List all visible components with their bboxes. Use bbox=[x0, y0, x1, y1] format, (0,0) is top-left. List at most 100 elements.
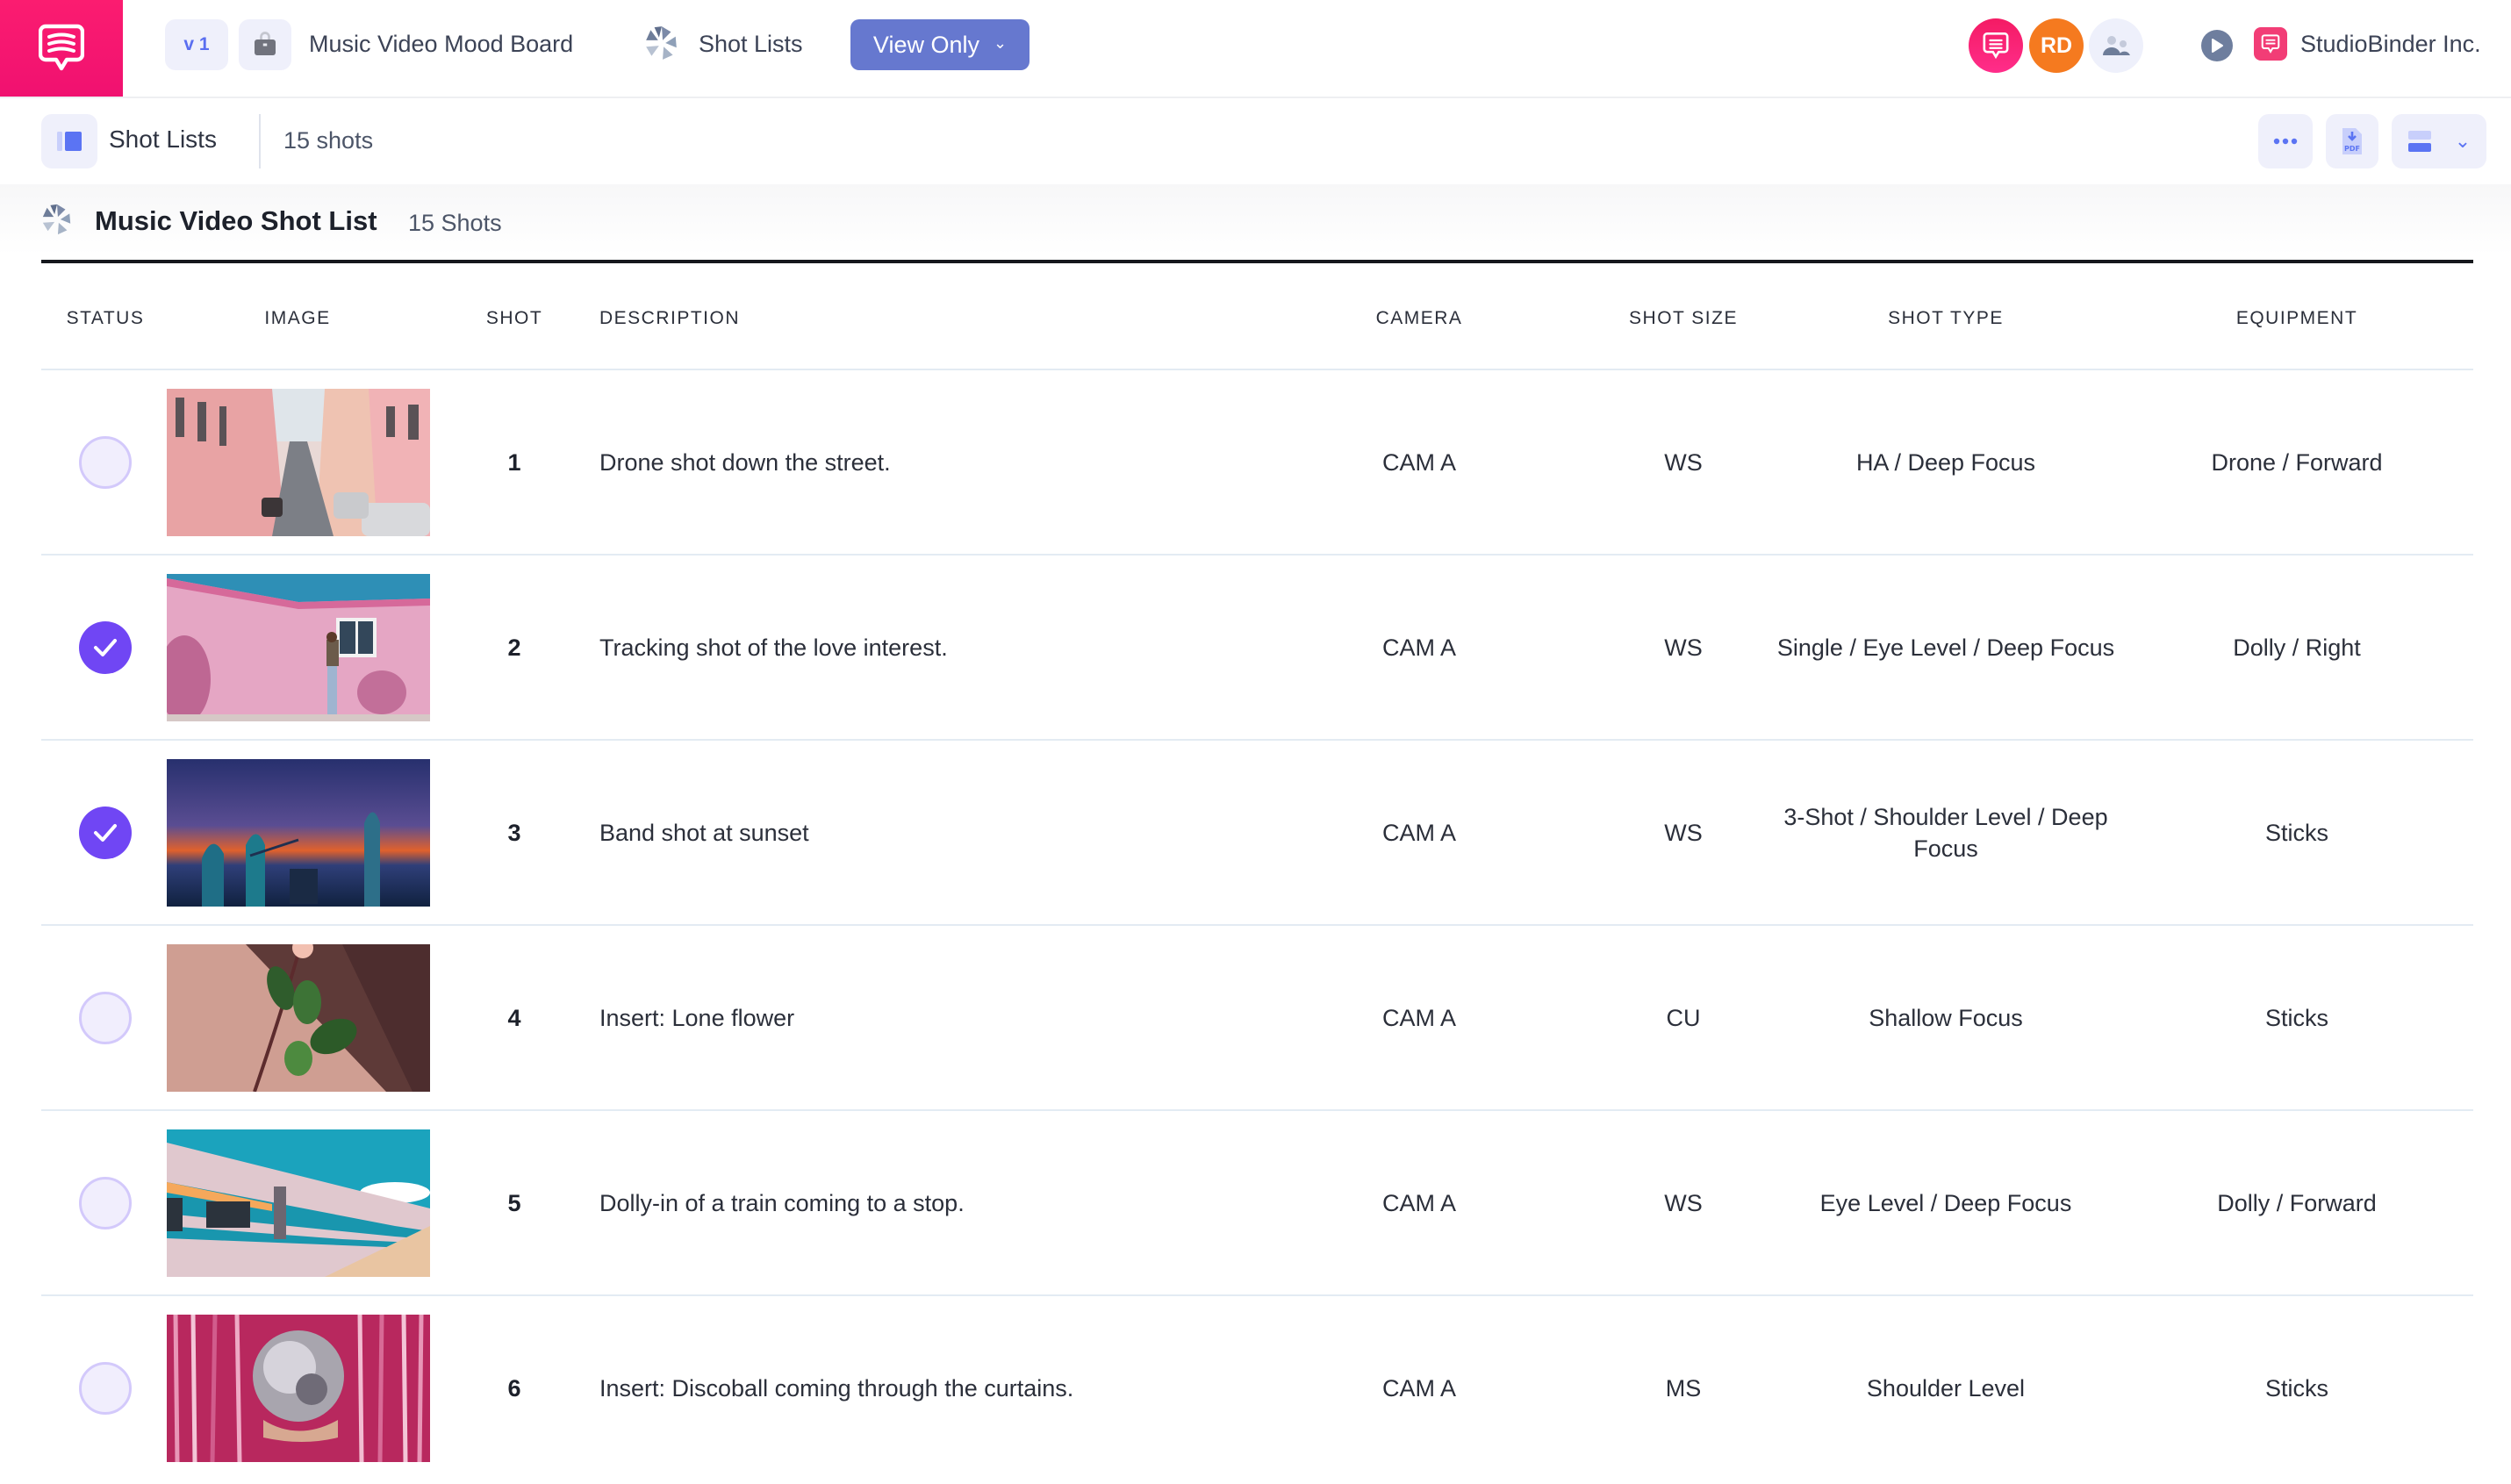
toolbar-title: Shot Lists bbox=[109, 125, 217, 153]
shot-type[interactable]: 3-Shot / Shoulder Level / Deep Focus bbox=[1775, 741, 2117, 924]
shutter-aperture-icon bbox=[42, 204, 71, 235]
shot-description[interactable]: Drone shot down the street. bbox=[599, 370, 1302, 554]
view-only-dropdown[interactable]: View Only ⌄ bbox=[850, 19, 1030, 70]
export-pdf-button[interactable]: PDF bbox=[2326, 114, 2378, 168]
shot-camera[interactable]: CAM A bbox=[1331, 1111, 1507, 1294]
panel-toggle-button[interactable] bbox=[41, 114, 97, 168]
shot-lists-nav-link[interactable]: Shot Lists bbox=[699, 26, 803, 61]
shot-description[interactable]: Dolly-in of a train coming to a stop. bbox=[599, 1111, 1302, 1294]
column-header-status[interactable]: STATUS bbox=[67, 307, 145, 330]
shot-list-count: 15 Shots bbox=[408, 210, 502, 236]
table-header: STATUS IMAGE SHOT DESCRIPTION CAMERA SHO… bbox=[41, 263, 2473, 370]
shot-description[interactable]: Tracking shot of the love interest. bbox=[599, 556, 1302, 739]
shot-equipment[interactable]: Sticks bbox=[2165, 741, 2428, 924]
org-logo-icon bbox=[2254, 27, 2287, 61]
shot-number: 6 bbox=[507, 1374, 521, 1402]
shot-type[interactable]: Shallow Focus bbox=[1775, 926, 2117, 1109]
status-checkbox-unchecked[interactable] bbox=[79, 436, 132, 489]
organization-menu[interactable]: StudioBinder Inc. bbox=[2300, 26, 2481, 61]
shot-size[interactable]: WS bbox=[1596, 556, 1771, 739]
shot-camera[interactable]: CAM A bbox=[1331, 926, 1507, 1109]
project-icon-button[interactable] bbox=[239, 19, 291, 70]
chat-bubble-logo-icon bbox=[39, 24, 84, 71]
shot-list-title: Music Video Shot List bbox=[95, 205, 377, 236]
version-button[interactable]: v 1 bbox=[165, 19, 228, 70]
shot-thumbnail-flower[interactable] bbox=[167, 944, 430, 1092]
table-row[interactable]: 4 Insert: Lone flower CAM A CU Shallow F… bbox=[41, 926, 2473, 1111]
shot-description[interactable]: Insert: Discoball coming through the cur… bbox=[599, 1296, 1302, 1480]
status-checkbox-unchecked[interactable] bbox=[79, 1362, 132, 1415]
shot-description[interactable]: Insert: Lone flower bbox=[599, 926, 1302, 1109]
shot-number: 1 bbox=[507, 448, 521, 476]
shot-size[interactable]: MS bbox=[1596, 1296, 1771, 1480]
status-checkbox-unchecked[interactable] bbox=[79, 1177, 132, 1229]
briefcase-icon bbox=[255, 32, 276, 55]
shot-size[interactable]: CU bbox=[1596, 926, 1771, 1109]
shot-size[interactable]: WS bbox=[1596, 741, 1771, 924]
table-row[interactable]: 6 Insert: Discoball coming through the c… bbox=[41, 1296, 2473, 1481]
toolbar-divider bbox=[259, 114, 261, 168]
shot-equipment[interactable]: Dolly / Forward bbox=[2165, 1111, 2428, 1294]
column-header-shot-type[interactable]: SHOT TYPE bbox=[1888, 307, 2004, 330]
svg-text:PDF: PDF bbox=[2344, 145, 2360, 153]
shot-size[interactable]: WS bbox=[1596, 1111, 1771, 1294]
table-row[interactable]: 2 Tracking shot of the love interest. CA… bbox=[41, 556, 2473, 741]
avatar-initials: RD bbox=[2040, 32, 2073, 58]
status-checkbox-unchecked[interactable] bbox=[79, 992, 132, 1044]
people-icon bbox=[2103, 36, 2130, 55]
team-members-button[interactable] bbox=[2089, 18, 2143, 73]
shot-type[interactable]: Single / Eye Level / Deep Focus bbox=[1775, 556, 2117, 739]
sidebar-panel-icon bbox=[57, 132, 82, 151]
table-row[interactable]: 1 Drone shot down the street. CAM A WS H… bbox=[41, 370, 2473, 556]
shot-equipment[interactable]: Sticks bbox=[2165, 926, 2428, 1109]
column-header-shot[interactable]: SHOT bbox=[486, 307, 542, 330]
view-layout-dropdown[interactable]: ⌄ bbox=[2392, 114, 2486, 168]
shot-lists-toolbar: Shot Lists 15 shots PDF ⌄ bbox=[0, 98, 2511, 184]
column-header-image[interactable]: IMAGE bbox=[264, 307, 330, 330]
view-only-label: View Only bbox=[872, 31, 979, 58]
shot-table-body: 1 Drone shot down the street. CAM A WS H… bbox=[41, 370, 2473, 1481]
column-header-equipment[interactable]: EQUIPMENT bbox=[2236, 307, 2357, 330]
column-header-shot-size[interactable]: SHOT SIZE bbox=[1629, 307, 1738, 330]
checkmark-icon bbox=[94, 824, 117, 842]
shot-equipment[interactable]: Drone / Forward bbox=[2165, 370, 2428, 554]
chat-bubble-icon bbox=[1983, 32, 2009, 60]
pdf-download-icon: PDF bbox=[2342, 128, 2362, 154]
shot-size[interactable]: WS bbox=[1596, 370, 1771, 554]
shot-camera[interactable]: CAM A bbox=[1331, 1296, 1507, 1480]
shot-number: 3 bbox=[507, 819, 521, 846]
shot-description[interactable]: Band shot at sunset bbox=[599, 741, 1302, 924]
shot-thumbnail-band-sunset[interactable] bbox=[167, 759, 430, 907]
shot-number: 4 bbox=[507, 1004, 521, 1031]
shot-thumbnail-pink-wall[interactable] bbox=[167, 574, 430, 721]
shot-thumbnail-train[interactable] bbox=[167, 1129, 430, 1277]
top-navigation-bar: v 1 Music Video Mood Board Shot Lists Vi… bbox=[0, 0, 2511, 98]
play-tutorial-button[interactable] bbox=[2201, 30, 2233, 61]
shot-type[interactable]: HA / Deep Focus bbox=[1775, 370, 2117, 554]
studiobinder-avatar[interactable] bbox=[1969, 18, 2023, 73]
ellipsis-icon bbox=[2273, 138, 2298, 145]
table-row[interactable]: 5 Dolly-in of a train coming to a stop. … bbox=[41, 1111, 2473, 1296]
more-options-button[interactable] bbox=[2258, 114, 2313, 168]
user-avatar-rd[interactable]: RD bbox=[2029, 18, 2084, 73]
studiobinder-logo-button[interactable] bbox=[0, 0, 123, 97]
shot-type[interactable]: Shoulder Level bbox=[1775, 1296, 2117, 1480]
status-checkbox-checked[interactable] bbox=[79, 621, 132, 674]
shot-thumbnail-discoball[interactable] bbox=[167, 1315, 430, 1462]
checkmark-icon bbox=[94, 639, 117, 656]
shot-camera[interactable]: CAM A bbox=[1331, 370, 1507, 554]
shot-equipment[interactable]: Dolly / Right bbox=[2165, 556, 2428, 739]
column-header-camera[interactable]: CAMERA bbox=[1376, 307, 1463, 330]
shot-number: 5 bbox=[507, 1189, 521, 1216]
shot-type[interactable]: Eye Level / Deep Focus bbox=[1775, 1111, 2117, 1294]
column-header-description[interactable]: DESCRIPTION bbox=[599, 307, 740, 330]
shot-thumbnail-street[interactable] bbox=[167, 389, 430, 536]
version-label: v 1 bbox=[183, 34, 210, 54]
shot-camera[interactable]: CAM A bbox=[1331, 741, 1507, 924]
shot-camera[interactable]: CAM A bbox=[1331, 556, 1507, 739]
project-title-link[interactable]: Music Video Mood Board bbox=[309, 26, 573, 61]
status-checkbox-checked[interactable] bbox=[79, 807, 132, 859]
shot-equipment[interactable]: Sticks bbox=[2165, 1296, 2428, 1480]
table-row[interactable]: 3 Band shot at sunset CAM A WS 3-Shot / … bbox=[41, 741, 2473, 926]
play-icon bbox=[2212, 39, 2223, 53]
